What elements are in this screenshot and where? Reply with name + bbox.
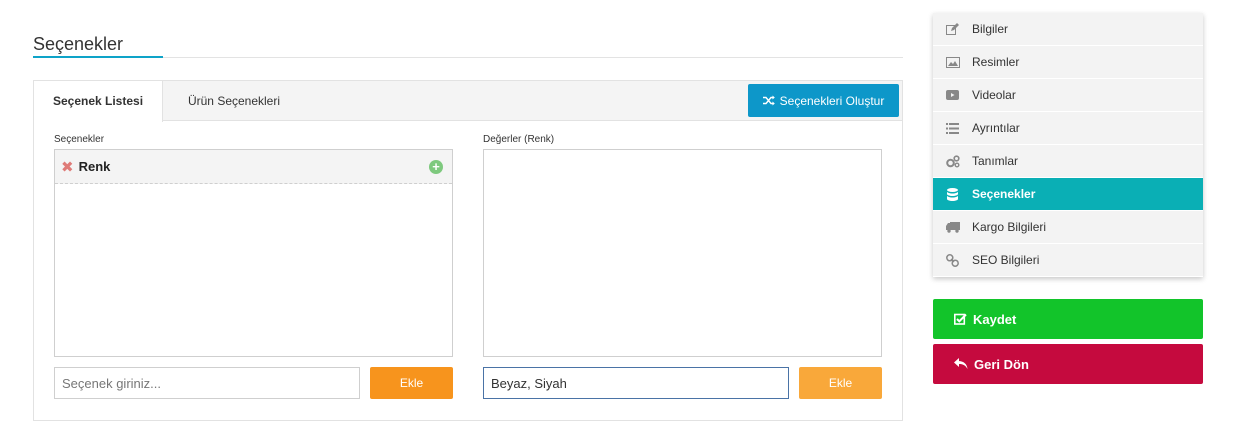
remove-icon[interactable]: ✖ [61,158,74,176]
edit-icon [933,22,972,36]
generate-options-label: Seçenekleri Oluştur [779,93,885,108]
sidebar-item-label: Ayrıntılar [972,121,1020,135]
check-square-icon [954,313,967,325]
back-label: Geri Dön [974,356,1029,372]
heading-divider [33,57,903,58]
sidebar-item-info[interactable]: Bilgiler [933,13,1203,46]
value-input[interactable] [483,367,789,399]
sidebar-item-options[interactable]: Seçenekler [933,178,1203,211]
tab-bar: Seçenek Listesi Ürün Seçenekleri Seçenek… [34,81,902,122]
reply-icon [954,358,968,369]
add-value-icon[interactable]: + [429,160,443,174]
back-button[interactable]: Geri Dön [933,344,1203,384]
sidebar-item-details[interactable]: Ayrıntılar [933,112,1203,145]
sidebar-item-label: Resimler [972,55,1020,69]
sidebar-item-label: Seçenekler [972,187,1036,201]
options-label: Seçenekler [54,134,105,145]
video-icon [933,90,972,100]
sidebar-item-images[interactable]: Resimler [933,46,1203,79]
gears-icon [933,154,972,168]
values-label: Değerler (Renk) [483,134,555,145]
add-option-button[interactable]: Ekle [370,367,453,399]
sidebar-item-definitions[interactable]: Tanımlar [933,145,1203,178]
options-panel: Seçenek Listesi Ürün Seçenekleri Seçenek… [33,80,903,421]
list-item[interactable]: ✖ Renk + [55,150,452,184]
sidebar-item-label: SEO Bilgileri [972,253,1040,267]
sidebar-item-shipping[interactable]: Kargo Bilgileri [933,211,1203,244]
sidebar-item-label: Bilgiler [972,22,1009,36]
sidebar-item-videos[interactable]: Videolar [933,79,1203,112]
image-icon [933,56,972,68]
options-list[interactable]: ✖ Renk + [54,149,453,357]
link-icon [933,253,972,267]
add-value-button[interactable]: Ekle [799,367,882,399]
save-label: Kaydet [973,311,1017,327]
heading-accent [33,56,163,58]
page-title: Seçenekler [33,34,124,54]
truck-icon [933,221,972,233]
database-icon [933,187,972,201]
sidebar-item-label: Kargo Bilgileri [972,220,1047,234]
list-icon [933,122,972,134]
option-input[interactable] [54,367,360,399]
product-sidebar-menu: Bilgiler Resimler Videolar Ayrıntılar Ta… [933,13,1203,277]
generate-options-button[interactable]: Seçenekleri Oluştur [748,84,899,117]
sidebar-item-label: Videolar [972,88,1016,102]
sidebar-item-seo[interactable]: SEO Bilgileri [933,244,1203,277]
shuffle-icon [762,95,775,106]
option-name: Renk [78,159,111,174]
save-button[interactable]: Kaydet [933,299,1203,339]
sidebar-item-label: Tanımlar [972,154,1019,168]
values-list[interactable] [483,149,882,357]
tab-product-options[interactable]: Ürün Seçenekleri [163,81,305,122]
tab-option-list[interactable]: Seçenek Listesi [34,81,163,122]
